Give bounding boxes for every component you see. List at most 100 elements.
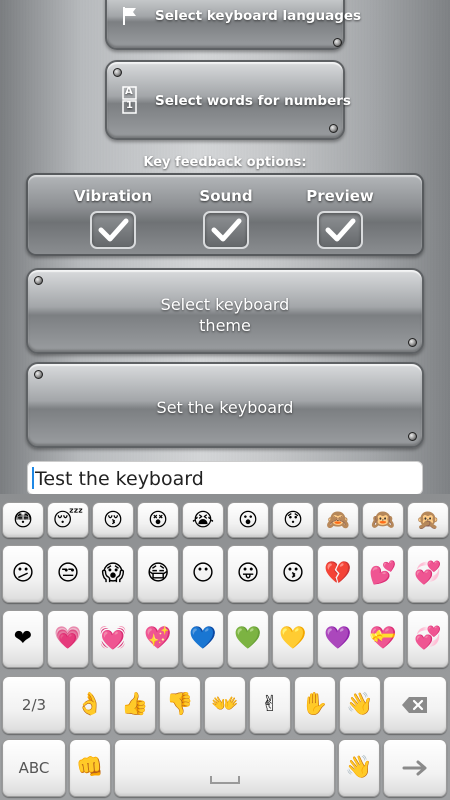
select-languages-button[interactable]: Select keyboard languages [105, 0, 361, 50]
emoji-key[interactable]: 💖 [137, 610, 179, 668]
vibration-label: Vibration [73, 187, 153, 205]
emoji-keyboard: 😳 😴 😚 😵 😭 😮 😯 🙈 🙉 🙊 😕 😒 😱 😷 😶 😛 😗 💔 💕 💞 ❤ 💗 💓 💖 💙 💚 💛 💜 💝 💞 👌 👍 👎 👐 ✌ ✋ 👋… [0, 494, 450, 800]
emoji-key[interactable]: 👌 [69, 676, 111, 734]
emoji-glyph: 👌 [76, 692, 104, 717]
emoji-key[interactable]: 💜 [317, 610, 359, 668]
emoji-glyph: 😷 [146, 561, 170, 586]
vibration-option[interactable]: Vibration [68, 187, 158, 249]
emoji-key[interactable]: 😯 [272, 502, 314, 538]
screw-icon [333, 38, 342, 47]
emoji-key[interactable]: 🙉 [362, 502, 404, 538]
vibration-checkbox[interactable] [90, 211, 136, 249]
emoji-key[interactable]: 💗 [47, 610, 89, 668]
emoji-glyph: 💗 [54, 626, 82, 651]
emoji-glyph: 🙉 [371, 508, 395, 531]
emoji-glyph: 😚 [103, 508, 123, 531]
wave-emoji: 👋 [345, 755, 373, 780]
emoji-key[interactable]: 💚 [227, 610, 269, 668]
emoji-glyph: 👋 [346, 692, 374, 717]
space-icon [209, 776, 240, 784]
emoji-glyph: 💛 [279, 626, 307, 651]
preview-label: Preview [306, 187, 374, 205]
sound-option[interactable]: Sound [181, 187, 271, 249]
emoji-key[interactable]: 👋 [339, 676, 381, 734]
a1-icon-top: A [125, 86, 133, 97]
emoji-key[interactable]: 😗 [272, 545, 314, 603]
screw-icon [408, 432, 417, 441]
emoji-key[interactable]: ✋ [294, 676, 336, 734]
enter-arrow-icon [402, 760, 427, 776]
emoji-key[interactable]: ✌ [249, 676, 291, 734]
emoji-glyph: 🙊 [416, 508, 440, 531]
backspace-key[interactable] [383, 676, 447, 734]
emoji-glyph: 💖 [144, 626, 172, 651]
enter-key[interactable] [383, 739, 447, 797]
emoji-glyph: 😛 [236, 561, 260, 586]
space-key[interactable] [114, 739, 335, 797]
screw-icon [329, 124, 338, 133]
emoji-key[interactable]: 🙈 [317, 502, 359, 538]
emoji-key[interactable]: 💛 [272, 610, 314, 668]
emoji-key[interactable]: 😶 [182, 545, 224, 603]
emoji-key[interactable]: 💓 [92, 610, 134, 668]
emoji-glyph: 💓 [99, 626, 127, 651]
fist-emoji-key[interactable]: 👊 [69, 739, 111, 797]
emoji-glyph: 😱 [101, 561, 125, 586]
emoji-key[interactable]: 😚 [92, 502, 134, 538]
preview-checkbox[interactable] [317, 211, 363, 249]
emoji-key[interactable]: 😴 [47, 502, 89, 538]
select-words-numbers-button[interactable]: A 1 Select words for numbers [105, 60, 351, 140]
checkmark-icon [98, 218, 129, 242]
emoji-key[interactable]: 💔 [317, 545, 359, 603]
emoji-glyph: 😴 [52, 508, 84, 531]
select-theme-button[interactable]: Select keyboard theme [26, 268, 424, 354]
fist-emoji: 👊 [76, 755, 104, 780]
emoji-key[interactable]: 💞 [407, 610, 449, 668]
emoji-glyph: 😒 [56, 561, 80, 586]
emoji-key[interactable]: 👎 [159, 676, 201, 734]
wave-emoji-key[interactable]: 👋 [338, 739, 380, 797]
checkmark-icon [325, 218, 356, 242]
emoji-glyph: 😕 [11, 561, 35, 586]
emoji-key[interactable]: 💞 [407, 545, 449, 603]
emoji-key[interactable]: 🙊 [407, 502, 449, 538]
emoji-key[interactable]: 😒 [47, 545, 89, 603]
emoji-key[interactable]: 😷 [137, 545, 179, 603]
emoji-key[interactable]: 💝 [362, 610, 404, 668]
emoji-glyph: 💝 [369, 626, 397, 651]
emoji-glyph: 😵 [148, 508, 168, 531]
emoji-key[interactable]: 😛 [227, 545, 269, 603]
abc-key[interactable]: ABC [2, 739, 66, 797]
emoji-glyph: 😳 [13, 508, 33, 531]
backspace-icon [402, 697, 427, 713]
set-keyboard-button[interactable]: Set the keyboard [26, 362, 424, 448]
select-theme-line2: theme [199, 316, 251, 335]
emoji-key[interactable]: 💙 [182, 610, 224, 668]
screw-icon [113, 68, 122, 77]
emoji-key[interactable]: 😕 [2, 545, 44, 603]
sound-checkbox[interactable] [203, 211, 249, 249]
test-keyboard-input[interactable]: Test the keyboard [27, 461, 423, 495]
preview-option[interactable]: Preview [295, 187, 385, 249]
screw-icon [408, 338, 417, 347]
emoji-key[interactable]: 😵 [137, 502, 179, 538]
emoji-glyph: ❤ [13, 626, 33, 651]
feedback-panel: Vibration Sound Preview [26, 173, 424, 256]
feedback-title: Key feedback options: [143, 155, 307, 170]
emoji-glyph: 👐 [211, 692, 239, 717]
page-indicator-key[interactable]: 2/3 [2, 676, 66, 734]
emoji-key[interactable]: ❤ [2, 610, 44, 668]
screw-icon [34, 370, 43, 379]
emoji-key[interactable]: 💕 [362, 545, 404, 603]
emoji-key[interactable]: 😮 [227, 502, 269, 538]
emoji-key[interactable]: 😱 [92, 545, 134, 603]
emoji-key[interactable]: 👍 [114, 676, 156, 734]
emoji-key[interactable]: 👐 [204, 676, 246, 734]
set-keyboard-label: Set the keyboard [156, 398, 294, 417]
emoji-glyph: 💚 [234, 626, 262, 651]
emoji-key[interactable]: 😭 [182, 502, 224, 538]
screw-icon [34, 276, 43, 285]
abc-label: ABC [18, 759, 50, 777]
emoji-key[interactable]: 😳 [2, 502, 44, 538]
emoji-glyph: 💙 [189, 626, 217, 651]
